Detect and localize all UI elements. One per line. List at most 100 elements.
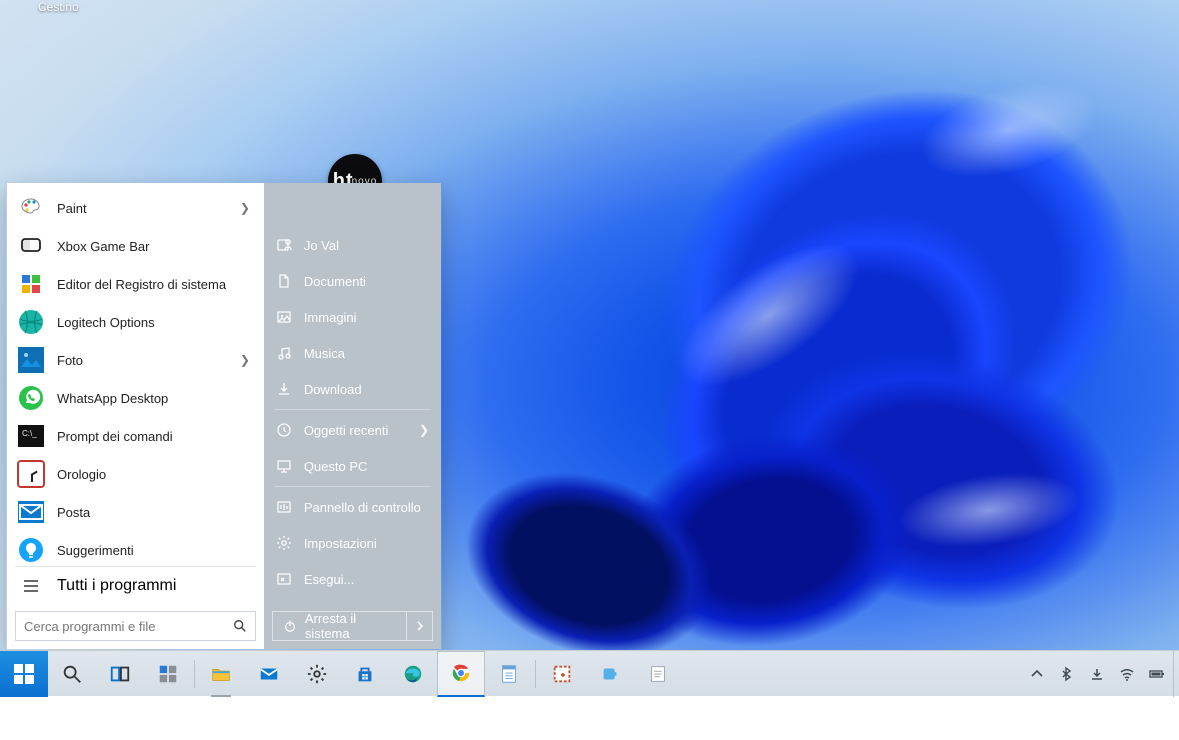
run-icon (276, 571, 292, 587)
settings-icon (306, 663, 328, 685)
xbox-icon (17, 232, 45, 260)
mfu-item-label: Posta (57, 505, 228, 520)
mfu-item-label: Orologio (57, 467, 228, 482)
all-programs-label: Tutti i programmi (57, 577, 176, 595)
shutdown-split-button: Arresta il sistema (272, 611, 433, 641)
taskbar-notepad-button[interactable] (485, 651, 533, 697)
mfu-item-label: Suggerimenti (57, 543, 228, 558)
task-view-icon (109, 663, 131, 685)
taskbar-separator (535, 660, 536, 688)
doc-icon (276, 273, 292, 289)
recent-icon (276, 422, 292, 438)
mfu-item-wa[interactable]: WhatsApp Desktop (7, 379, 264, 417)
chevron-right-icon: ❯ (419, 423, 429, 437)
search-icon (233, 619, 247, 633)
start-menu-separator (15, 566, 256, 567)
power-icon (283, 619, 297, 633)
taskbar-task-view-button[interactable] (96, 651, 144, 697)
right-item-label: Immagini (304, 310, 429, 325)
taskbar-edge-button[interactable] (389, 651, 437, 697)
paint-icon (17, 194, 45, 222)
right-item-image[interactable]: Immagini (264, 299, 441, 335)
taskbar-search-button[interactable] (48, 651, 96, 697)
right-item-label: Download (304, 382, 429, 397)
mfu-item-logi[interactable]: Logitech Options (7, 303, 264, 341)
tray-battery-icon[interactable] (1149, 666, 1165, 682)
taskbar-snip-button[interactable] (538, 651, 586, 697)
user-icon (276, 237, 292, 253)
mail-icon (17, 498, 45, 526)
mfu-item-label: Logitech Options (57, 315, 228, 330)
microsoft-store-icon (354, 663, 376, 685)
right-item-doc[interactable]: Documenti (264, 263, 441, 299)
image-icon (276, 309, 292, 325)
tips-icon (17, 536, 45, 564)
taskbar-start-button[interactable] (0, 651, 48, 697)
shutdown-options-button[interactable] (406, 612, 432, 640)
windows-logo-icon (14, 664, 34, 684)
right-item-pc[interactable]: Questo PC (264, 448, 441, 484)
taskbar-text-app-button[interactable] (634, 651, 682, 697)
all-programs-icon (17, 578, 45, 594)
taskbar-widgets-button[interactable] (144, 651, 192, 697)
mfu-item-label: Foto (57, 353, 228, 368)
mfu-item-label: Xbox Game Bar (57, 239, 228, 254)
taskbar-mail-button[interactable] (245, 651, 293, 697)
right-item-music[interactable]: Musica (264, 335, 441, 371)
widgets-icon (157, 663, 179, 685)
show-desktop-button[interactable] (1173, 651, 1179, 697)
right-item-label: Musica (304, 346, 429, 361)
right-item-user[interactable]: Jo Val (264, 227, 441, 263)
right-item-run[interactable]: Esegui... (264, 561, 441, 597)
taskbar-settings-button[interactable] (293, 651, 341, 697)
start-menu-left-pane: Paint❯ Xbox Game Bar Editor del Registro d… (7, 183, 264, 649)
edge-icon (402, 663, 424, 685)
mfu-item-paint[interactable]: Paint❯ (7, 189, 264, 227)
right-item-panel[interactable]: Pannello di controllo (264, 489, 441, 525)
right-item-download[interactable]: Download (264, 371, 441, 407)
mfu-item-xbox[interactable]: Xbox Game Bar (7, 227, 264, 265)
mfu-item-foto[interactable]: Foto ❯ (7, 341, 264, 379)
shutdown-label: Arresta il sistema (305, 611, 396, 641)
logi-icon (17, 308, 45, 336)
wa-icon (17, 384, 45, 412)
tray-wifi-icon[interactable] (1119, 666, 1135, 682)
tray-chevron-up-icon[interactable] (1029, 666, 1045, 682)
search-box[interactable] (15, 611, 256, 641)
svg-text:C:\_: C:\_ (22, 429, 37, 438)
text-app-icon (647, 663, 669, 685)
foto-icon (17, 346, 45, 374)
chevron-right-icon: ❯ (240, 353, 254, 367)
right-item-label: Oggetti recenti (304, 423, 407, 438)
right-item-recent[interactable]: Oggetti recenti ❯ (264, 412, 441, 448)
taskbar-file-explorer-button[interactable] (197, 651, 245, 697)
regedit-icon (17, 270, 45, 298)
right-item-label: Documenti (304, 274, 429, 289)
mfu-item-mail[interactable]: Posta (7, 493, 264, 531)
desktop-icon-label[interactable]: Cestino (38, 0, 79, 14)
file-explorer-icon (210, 663, 232, 685)
start-menu-right-pane: Jo Val Documenti Immagini Musica Download Ogg… (264, 183, 441, 649)
shutdown-button[interactable]: Arresta il sistema (273, 612, 406, 640)
mfu-item-regedit[interactable]: Editor del Registro di sistema (7, 265, 264, 303)
right-item-label: Pannello di controllo (304, 500, 429, 515)
mfu-item-cmd[interactable]: C:\_Prompt dei comandi (7, 417, 264, 455)
chevron-right-icon: ❯ (240, 201, 254, 215)
taskbar-microsoft-store-button[interactable] (341, 651, 389, 697)
chrome-icon (450, 662, 472, 684)
right-item-label: Questo PC (304, 459, 429, 474)
right-item-label: Impostazioni (304, 536, 429, 551)
right-pane-separator (274, 486, 431, 487)
tray-bluetooth-icon[interactable] (1059, 666, 1075, 682)
taskbar-chrome-button[interactable] (437, 651, 485, 697)
taskbar-battery-app-button[interactable] (586, 651, 634, 697)
mail-icon (258, 663, 280, 685)
tray-download-status-icon[interactable] (1089, 666, 1105, 682)
mfu-item-tips[interactable]: Suggerimenti (7, 531, 264, 564)
search-input[interactable] (24, 619, 233, 634)
panel-icon (276, 499, 292, 515)
gear-icon (276, 535, 292, 551)
right-item-gear[interactable]: Impostazioni (264, 525, 441, 561)
all-programs-button[interactable]: Tutti i programmi (7, 569, 264, 603)
mfu-item-clock[interactable]: Orologio (7, 455, 264, 493)
